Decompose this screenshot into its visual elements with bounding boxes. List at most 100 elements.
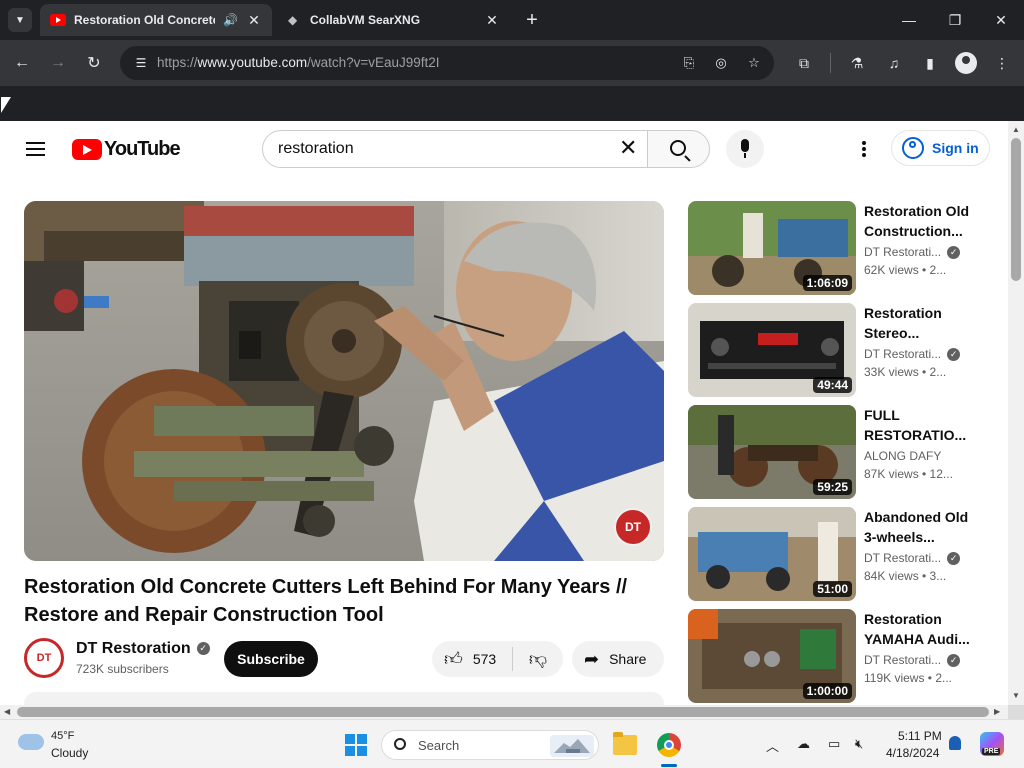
weather-temperature[interactable]: 45°F [51,730,74,742]
labs-flask-icon[interactable]: ⚗ [846,52,868,74]
vertical-scrollbar[interactable]: ▲ ▼ [1008,121,1024,705]
chrome-menu-icon[interactable]: ⋮ [991,52,1013,74]
cloudy-weather-icon[interactable] [18,734,44,750]
side-panel-icon[interactable]: ▮ [919,52,941,74]
video-thumbnail[interactable]: 1:06:09 [688,201,856,295]
tab-youtube[interactable]: Restoration Old Concrete C 🔊 ✕ [40,4,272,36]
restore-window-icon[interactable]: ❐ [943,8,967,32]
tab-title: CollabVM SearXNG [310,13,421,27]
recommended-title[interactable]: Abandoned Old 3-wheels... [864,507,980,547]
minimize-icon[interactable]: — [897,8,921,32]
clock-time[interactable]: 5:11 PM [898,729,942,743]
back-arrow-icon[interactable]: ← [9,50,35,76]
close-tab-icon[interactable]: ✕ [246,12,262,29]
dislike-button[interactable]: 👎︎ [513,641,563,677]
youtube-logo[interactable]: YouTube [72,137,181,161]
recommended-video[interactable]: 59:25 FULL RESTORATIO... ALONG DAFY 87K … [688,405,988,499]
search-button[interactable] [647,130,710,168]
scroll-left-arrow-icon[interactable]: ◀ [4,707,10,716]
start-windows-icon[interactable] [345,734,367,756]
recommended-channel-text: DT Restorati... [864,245,942,259]
tab-search-chevron-icon[interactable]: ▼ [8,8,32,32]
notification-bell-icon[interactable] [949,736,961,750]
network-disconnected-icon[interactable]: ☁ [797,736,810,752]
weather-condition[interactable]: Cloudy [51,746,88,760]
bookmark-star-icon[interactable]: ☆ [745,54,763,72]
extensions-puzzle-icon[interactable]: ⧉ [793,52,815,74]
sign-in-button[interactable]: Sign in [891,130,990,166]
taskbar-search-box[interactable]: Search [381,730,599,760]
recommended-channel-text: DT Restorati... [864,347,942,361]
channel-name-link[interactable]: DT Restoration ✓ [76,640,210,658]
new-tab-plus-icon[interactable]: + [520,8,544,32]
forward-arrow-icon[interactable]: → [45,50,71,76]
speaker-icon[interactable]: 🔊 [223,13,238,27]
recommended-video[interactable]: 1:06:09 Restoration Old Construction... … [688,201,988,295]
guide-menu-icon[interactable] [24,139,48,159]
recommended-title[interactable]: Restoration Stereo... [864,303,980,343]
recommended-title[interactable]: Restoration Old Construction... [864,201,980,241]
reload-icon[interactable]: ↻ [81,50,107,76]
close-window-icon[interactable]: ✕ [989,8,1013,32]
share-button[interactable]: ➦ Share [572,641,664,677]
clear-search-icon[interactable]: ✕ [619,137,637,159]
recommended-video[interactable]: 49:44 Restoration Stereo... DT Restorati… [688,303,988,397]
recommended-title[interactable]: Restoration YAMAHA Audi... [864,609,980,649]
subscribe-button[interactable]: Subscribe [224,641,318,677]
video-duration: 51:00 [813,581,852,597]
volume-muted-icon[interactable]: 🔇︎ [855,736,863,752]
voice-search-button[interactable] [726,130,764,168]
recommended-channel[interactable]: DT Restorati... ✓ [864,551,961,566]
install-app-icon[interactable]: ⎘ [680,54,698,72]
tracking-protection-eye-icon[interactable]: ◎ [712,54,730,72]
url-text[interactable]: https://www.youtube.com/watch?v=vEauJ99f… [157,55,440,70]
clock-date[interactable]: 4/18/2024 [886,746,939,760]
copilot-icon[interactable]: PRE [980,732,1004,756]
video-thumbnail[interactable]: 59:25 [688,405,856,499]
video-thumbnail[interactable]: 1:00:00 [688,609,856,703]
media-controls-icon[interactable]: ♫ [883,52,905,74]
like-button[interactable]: 👍︎ 573 [432,641,512,677]
description-box[interactable] [24,692,664,705]
vertical-scroll-thumb[interactable] [1011,138,1021,281]
channel-watermark[interactable]: DT [614,508,652,546]
chrome-browser-icon[interactable] [657,733,681,757]
account-circle-icon [902,137,924,159]
video-thumbnail[interactable]: 49:44 [688,303,856,397]
recommended-channel[interactable]: DT Restorati... ✓ [864,347,961,362]
settings-more-icon[interactable] [858,139,870,159]
recommended-video[interactable]: 1:00:00 Restoration YAMAHA Audi... DT Re… [688,609,988,703]
close-tab-icon[interactable]: ✕ [484,12,500,29]
active-app-indicator [661,764,677,767]
recommended-channel[interactable]: DT Restorati... ✓ [864,245,961,260]
scroll-down-arrow-icon[interactable]: ▼ [1012,691,1020,700]
url-host: www.youtube.com [197,55,308,70]
search-input[interactable]: restoration ✕ [262,130,648,168]
video-thumbnail[interactable]: 51:00 [688,507,856,601]
address-bar[interactable]: ☰ https://www.youtube.com/watch?v=vEauJ9… [120,46,774,80]
scroll-up-arrow-icon[interactable]: ▲ [1012,125,1020,134]
video-player[interactable]: DT [24,201,664,561]
recommended-channel[interactable]: DT Restorati... ✓ [864,653,961,668]
recommended-channel-text: DT Restorati... [864,653,942,667]
profile-avatar-icon[interactable] [955,52,977,74]
verified-check-icon: ✓ [196,642,210,656]
tab-collabvm-searxng[interactable]: ◆ CollabVM SearXNG ✕ [278,4,510,36]
toolbar-divider [830,53,831,73]
thumbs-down-icon: 👎︎ [528,649,548,669]
channel-avatar[interactable]: DT [24,638,64,678]
recommended-meta: 87K views • 12... [864,467,953,481]
windows-taskbar: 45°F Cloudy Search ︿ ☁ ▭ 🔇︎ 5:11 PM 4/18… [0,719,1024,768]
horizontal-scroll-thumb[interactable] [17,707,989,717]
recommended-channel[interactable]: ALONG DAFY [864,449,941,463]
horizontal-scrollbar[interactable]: ◀ ▶ [0,705,1008,719]
file-explorer-folder-icon[interactable] [613,732,637,755]
recommended-video[interactable]: 51:00 Abandoned Old 3-wheels... DT Resto… [688,507,988,601]
scrollbar-corner [1008,705,1024,719]
site-info-icon[interactable]: ☰ [132,54,150,72]
display-icon[interactable]: ▭ [828,736,840,752]
video-duration: 59:25 [813,479,852,495]
show-hidden-icons-chevron-icon[interactable]: ︿ [766,736,779,755]
recommended-title[interactable]: FULL RESTORATIO... [864,405,980,445]
scroll-right-arrow-icon[interactable]: ▶ [994,707,1000,716]
